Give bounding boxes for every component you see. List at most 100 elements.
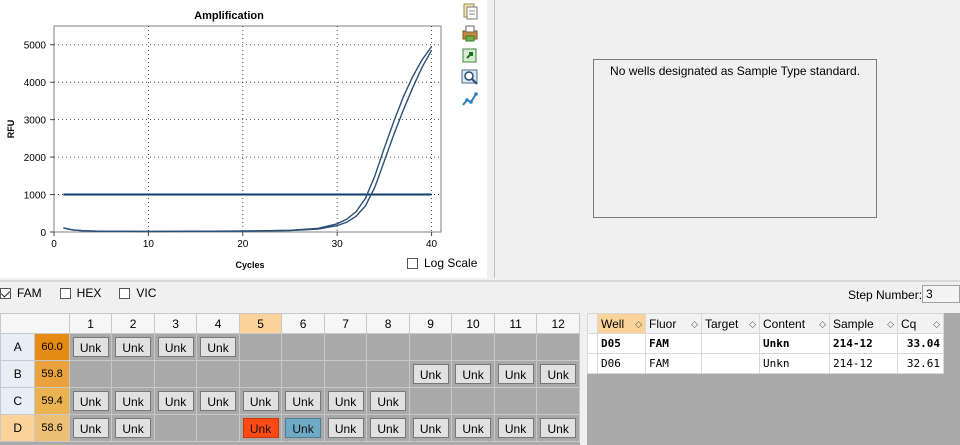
well-button[interactable]: Unk [115,337,152,357]
sort-icon[interactable]: ◇ [819,319,826,330]
grid-select-all[interactable] [587,313,598,334]
plate-well[interactable] [111,360,155,388]
plate-well[interactable]: Unk [366,414,410,442]
fluor-fam-checkbox[interactable] [0,287,11,299]
well-button[interactable]: Unk [455,364,492,384]
well-button[interactable]: Unk [455,418,492,438]
well-button[interactable]: Unk [285,391,322,411]
plate-well[interactable]: Unk [408,414,453,442]
plate-well[interactable]: Unk [111,333,155,361]
plate-well[interactable] [451,333,495,361]
grid-column-header[interactable]: Cq ◇ [897,313,944,334]
plate-column-header[interactable]: 9 [408,313,453,334]
grid-column-header[interactable]: Content ◇ [759,313,830,334]
plate-well[interactable] [323,333,368,361]
zoom-chart-icon[interactable] [461,68,479,86]
well-button[interactable]: Unk [412,364,449,384]
well-button[interactable]: Unk [242,391,279,411]
plate-well[interactable] [366,360,410,388]
well-button[interactable]: Unk [497,364,534,384]
plate-well[interactable] [536,387,580,415]
fluor-vic[interactable]: VIC [119,286,156,300]
plate-well[interactable]: Unk [238,414,283,442]
plate-well[interactable] [408,387,453,415]
well-button[interactable]: Unk [200,337,237,357]
plate-well[interactable] [153,360,198,388]
row-selector[interactable] [587,333,598,354]
plate-well[interactable]: Unk [68,333,113,361]
well-button[interactable]: Unk [540,364,577,384]
plate-column-header[interactable]: 7 [323,313,368,334]
step-number-field[interactable]: 3 [922,285,960,303]
print-icon[interactable] [461,24,479,42]
log-scale-checkbox[interactable] [407,257,418,269]
well-button[interactable]: Unk [72,418,109,438]
well-button[interactable]: Unk [370,391,407,411]
plate-well[interactable] [408,333,453,361]
plate-well[interactable]: Unk [196,387,240,415]
plate-corner[interactable] [0,313,70,334]
well-button[interactable]: Unk [72,391,109,411]
plate-well[interactable] [238,360,283,388]
plate-column-header[interactable]: 1 [68,313,113,334]
well-button[interactable]: Unk [540,418,577,438]
plate-row-header[interactable]: A [0,333,36,361]
plate-well[interactable]: Unk [111,387,155,415]
plate-column-header[interactable]: 12 [536,313,580,334]
plate-column-header[interactable]: 3 [153,313,198,334]
plate-well[interactable] [68,360,113,388]
plate-well[interactable]: Unk [493,360,538,388]
plate-well[interactable] [196,414,240,442]
plate-well[interactable]: Unk [153,387,198,415]
plate-well[interactable]: Unk [451,414,495,442]
sort-icon[interactable]: ◇ [749,319,756,330]
sort-icon[interactable]: ◇ [635,319,642,330]
plate-well[interactable]: Unk [493,414,538,442]
table-row[interactable]: D05 FAM Unkn 214-12 33.04 [587,333,944,354]
sort-icon[interactable]: ◇ [933,319,940,330]
copy-icon[interactable] [461,2,479,20]
plate-row-header[interactable]: B [0,360,36,388]
plate-column-header[interactable]: 4 [196,313,240,334]
well-button[interactable]: Unk [370,418,407,438]
plate-well[interactable]: Unk [536,360,580,388]
grid-column-header[interactable]: Sample ◇ [829,313,898,334]
plate-well[interactable]: Unk [366,387,410,415]
plate-well[interactable] [493,387,538,415]
row-selector[interactable] [587,353,598,374]
well-button[interactable]: Unk [327,391,364,411]
plate-well[interactable]: Unk [153,333,198,361]
fluor-hex[interactable]: HEX [59,286,101,300]
plate-column-header[interactable]: 8 [366,313,410,334]
grid-column-header[interactable]: Well ◇ [597,313,646,334]
plate-well[interactable]: Unk [536,414,580,442]
plate-well[interactable] [238,333,283,361]
well-button[interactable]: Unk [412,418,449,438]
plate-well[interactable]: Unk [281,387,325,415]
plate-well[interactable]: Unk [323,414,368,442]
plate-well[interactable] [451,387,495,415]
plate-row-header[interactable]: D [0,414,36,442]
sort-icon[interactable]: ◇ [691,319,698,330]
grid-column-header[interactable]: Fluor ◇ [645,313,702,334]
well-button[interactable]: Unk [115,418,152,438]
table-row[interactable]: D06 FAM Unkn 214-12 32.61 [587,353,944,374]
plate-column-header[interactable]: 11 [493,313,538,334]
plate-well[interactable] [153,414,198,442]
panel-splitter[interactable] [0,280,960,282]
plate-row-header[interactable]: C [0,387,36,415]
plate-well[interactable] [536,333,580,361]
plate-well[interactable]: Unk [323,387,368,415]
plate-well[interactable]: Unk [238,387,283,415]
plate-well[interactable]: Unk [281,414,325,442]
plate-well[interactable]: Unk [68,387,113,415]
plate-column-header[interactable]: 5 [238,313,283,334]
plate-well[interactable] [366,333,410,361]
plate-well[interactable]: Unk [68,414,113,442]
trace-style-icon[interactable] [461,90,479,108]
well-button[interactable]: Unk [242,418,279,438]
plate-column-header[interactable]: 6 [281,313,325,334]
plate-well[interactable]: Unk [196,333,240,361]
export-icon[interactable] [461,46,479,64]
grid-column-header[interactable]: Target ◇ [701,313,760,334]
